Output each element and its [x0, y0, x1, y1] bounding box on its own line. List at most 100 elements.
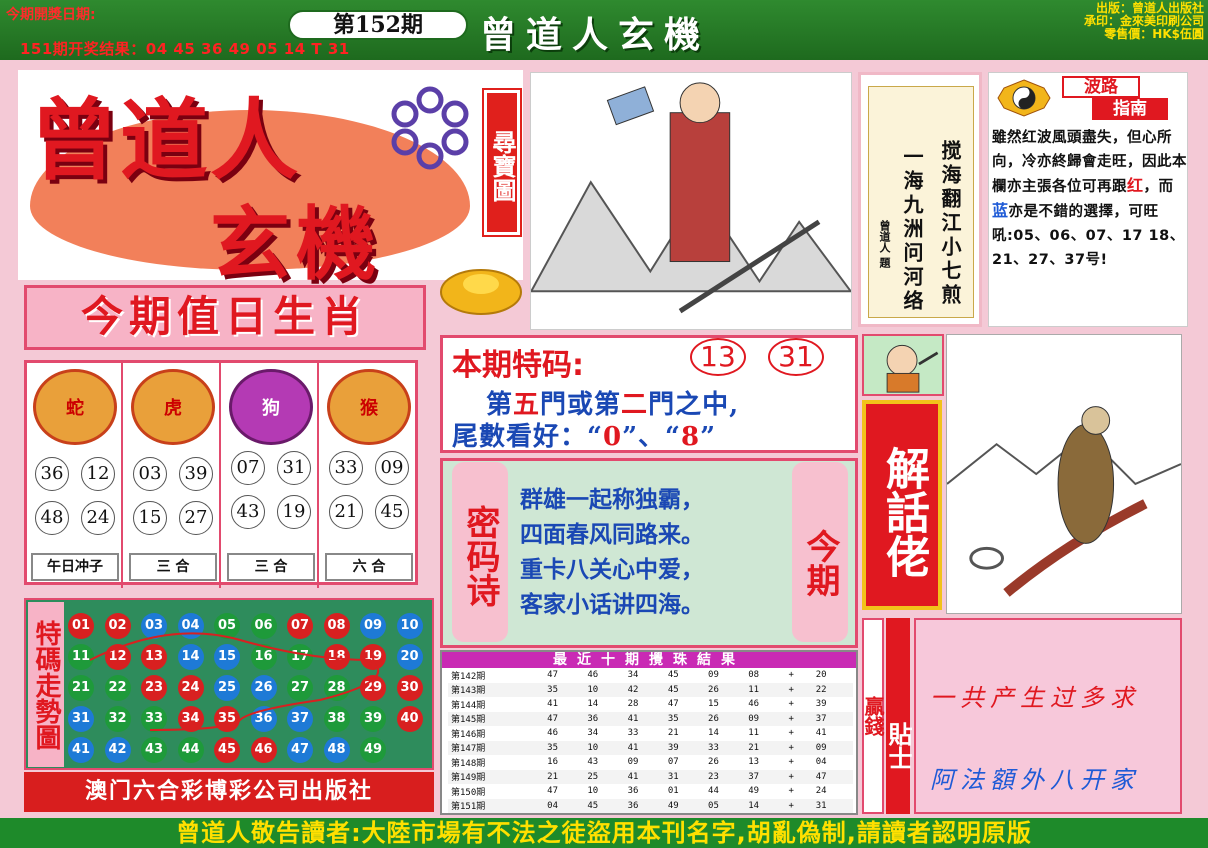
wave-guide-title-2: 指南	[1092, 98, 1168, 120]
table-cell: 09	[708, 670, 719, 681]
table-cell: 49	[667, 800, 679, 811]
table-row: 第143期 35 10 42 45 26 11 +22	[448, 682, 853, 697]
table-cell: 46	[748, 699, 760, 710]
table-cell: 36	[587, 713, 599, 724]
table-cell: 10	[587, 684, 599, 695]
zodiac-number: 31	[277, 451, 311, 485]
table-cell: 第142期	[451, 671, 486, 682]
table-cell: 01	[667, 786, 679, 797]
table-cell: 21	[547, 771, 558, 782]
table-cell: 41	[627, 771, 639, 782]
table-cell: 26	[708, 684, 719, 695]
table-cell: 37	[748, 771, 760, 782]
macau-publisher-footer: 澳门六合彩博彩公司出版社	[24, 772, 434, 812]
table-cell: 31	[667, 771, 679, 782]
zodiac-number: 24	[81, 501, 115, 535]
table-cell: 42	[627, 684, 639, 695]
table-cell: 26	[708, 713, 719, 724]
special-number: 31	[768, 338, 824, 376]
taoist-illustration	[530, 72, 852, 330]
table-cell: 第148期	[451, 758, 486, 769]
zodiac-number: 27	[179, 501, 213, 535]
code-poem-text: 群雄一起称独霸， 四面春风同路来。 重卡八关心中爱， 客家小话讲四海。	[520, 482, 790, 622]
zodiac-number: 15	[133, 501, 167, 535]
zodiac-banner: 今期值日生肖	[24, 285, 426, 350]
table-cell: 21	[667, 728, 679, 739]
highlight: 8	[680, 422, 701, 452]
wave-text-c: 亦是不錯的選擇，可旺吼:05、06、07、17 18、21、27、37号!	[992, 204, 1185, 268]
zodiac-label: 午日冲子	[31, 553, 119, 581]
special-tail-line: 尾數看好：“0”、“8”	[452, 416, 716, 453]
table-cell: 14	[708, 728, 719, 739]
table-cell: 14	[587, 699, 599, 710]
last-result-text: 151期开奖结果：04 45 36 49 05 14 T 31	[20, 40, 350, 58]
bottom-notice-bar: 曾道人敬告讀者:大陸市場有不法之徒盜用本刊名字,胡亂偽制,請讀者認明原版	[0, 818, 1208, 848]
table-cell: 04	[547, 800, 558, 811]
table-cell: 47	[667, 699, 679, 710]
table-cell: 第144期	[451, 700, 486, 711]
poem-author: 曾道人 題	[878, 220, 891, 268]
zodiac-number: 39	[179, 457, 213, 491]
table-cell: 第146期	[451, 729, 486, 740]
table-cell: 14	[748, 800, 760, 811]
zodiac-column-monkey: 猴 33 09 21 45 六 合	[321, 363, 417, 588]
trend-ball: 45	[214, 737, 240, 763]
top-brand-title: 曾道人玄機	[480, 15, 711, 56]
wave-guide-text: 雖然红波風頭盡失，但心所向，冷亦終歸會走旺，因此本欄亦主張各位可再跟红，而蓝亦是…	[992, 126, 1188, 272]
table-row: 第151期 04 45 36 49 05 14 +31	[448, 798, 853, 813]
zodiac-numbers: 03 39 15 27	[125, 451, 221, 543]
eagle-illustration	[946, 334, 1182, 614]
zodiac-column-dog: 狗 07 31 43 19 三 合	[223, 363, 319, 588]
table-cell: 10	[587, 742, 599, 753]
trend-ball: 47	[287, 737, 313, 763]
text: ”、“	[622, 422, 681, 452]
yin-yang-icon	[997, 79, 1051, 117]
table-cell: 23	[708, 771, 719, 782]
zodiac-label: 三 合	[129, 553, 217, 581]
special-code-label: 本期特码:	[452, 348, 584, 383]
poem-column-1: 搅海翻江小七煎	[938, 140, 962, 308]
code-poem-right-tag: 今期	[792, 462, 848, 642]
table-cell: 45	[587, 800, 599, 811]
trend-chart-title: 特碼走勢圖	[28, 602, 64, 767]
zodiac-number: 33	[329, 451, 363, 485]
trend-ball: 48	[323, 737, 350, 763]
table-cell: 15	[708, 699, 719, 710]
logo-sub-text: 玄機	[210, 198, 382, 291]
table-cell: 第151期	[451, 802, 486, 813]
table-cell: +	[788, 771, 794, 782]
trend-ball: 42	[104, 737, 131, 763]
table-cell: 47	[547, 786, 558, 797]
table-cell: 47	[815, 771, 827, 782]
table-cell: 24	[815, 786, 827, 797]
table-row: 第149期 21 25 41 31 23 37 +47	[448, 769, 853, 784]
snake-icon: 蛇	[33, 369, 117, 445]
table-row: 第142期 47 46 34 45 09 08 +20	[448, 668, 853, 683]
table-cell: 49	[748, 786, 760, 797]
trend-ball: 43	[141, 737, 167, 763]
poem-line: 重卡八关心中爱，	[520, 556, 704, 583]
zodiac-number: 19	[277, 495, 311, 529]
coin-ring-icon	[391, 86, 469, 170]
zodiac-numbers: 33 09 21 45	[321, 451, 417, 543]
zodiac-numbers: 36 12 48 24	[27, 451, 123, 543]
table-cell: +	[788, 713, 794, 724]
table-cell: 26	[708, 757, 719, 768]
trend-ball: 49	[360, 737, 386, 763]
table-cell: 47	[547, 713, 558, 724]
text: 尾數看好：“	[452, 422, 603, 452]
table-cell: 09	[627, 757, 639, 768]
results-table: 第142期 47 46 34 45 09 08 +20 第143期 35 10 42 45 26 11 +22…	[448, 668, 853, 813]
table-cell: 11	[748, 684, 760, 695]
issue-number: 第152期	[288, 10, 468, 40]
table-cell: 20	[815, 670, 827, 681]
table-cell: 25	[587, 771, 599, 782]
table-cell: 39	[815, 699, 827, 710]
table-cell: 36	[627, 800, 639, 811]
table-cell: 16	[547, 757, 558, 768]
table-cell: +	[788, 742, 794, 753]
table-cell: 41	[815, 728, 827, 739]
publisher-info: 出版：曾道人出版社 承印：金來美印刷公司 零售價：HK$伍圓	[1024, 2, 1204, 41]
tips-line-2: 阿法額外八开家	[930, 766, 1140, 794]
highlight: 0	[602, 422, 623, 452]
